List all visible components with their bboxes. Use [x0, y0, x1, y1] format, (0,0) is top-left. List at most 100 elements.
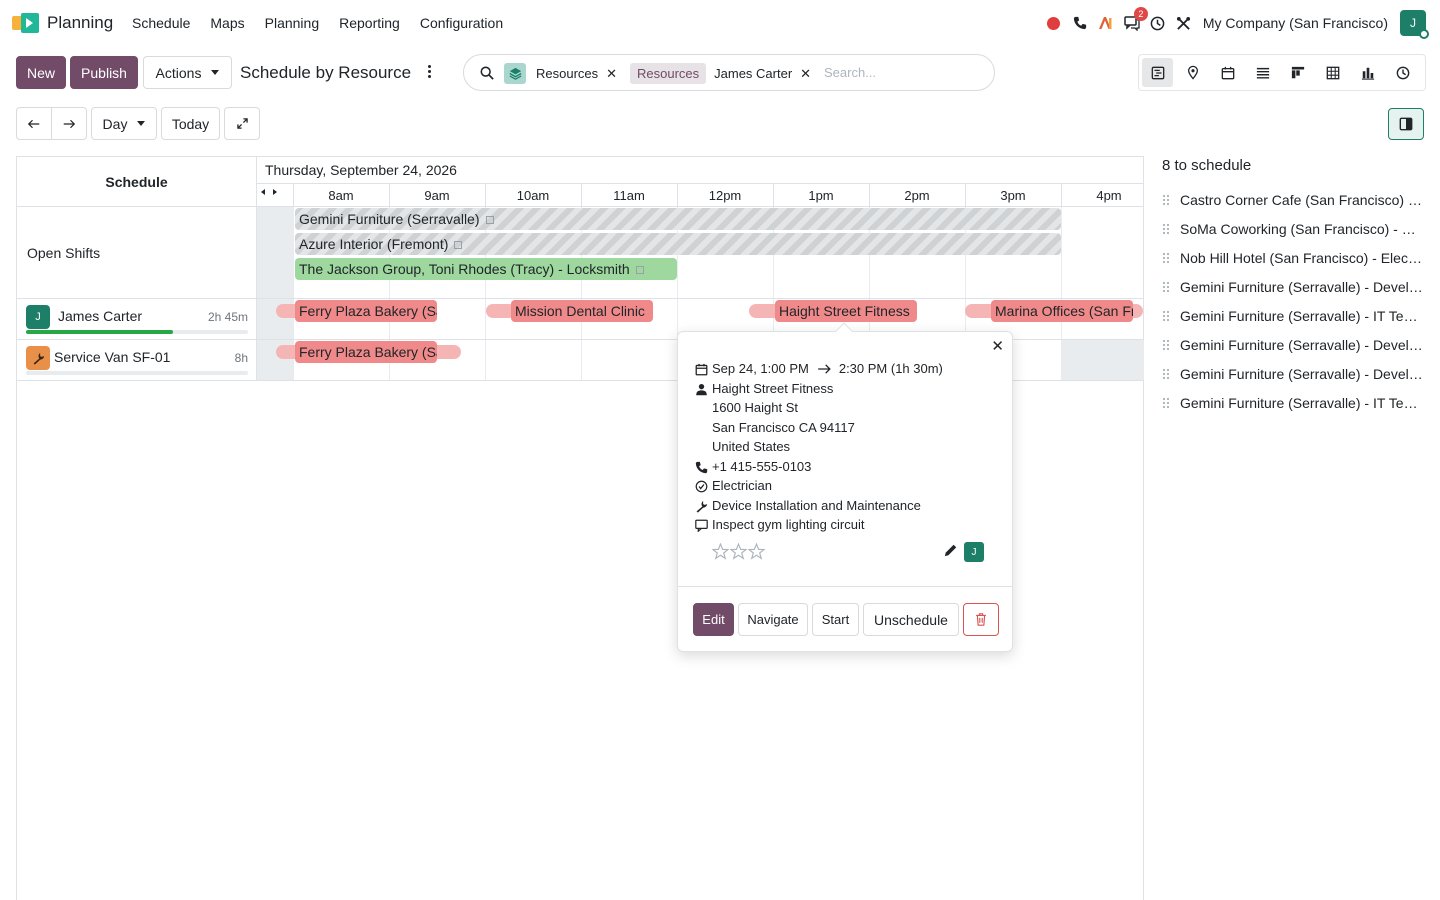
shift-label: The Jackson Group, Toni Rhodes (Tracy) -… — [299, 261, 630, 277]
menu-item-schedule[interactable]: Schedule — [132, 15, 190, 31]
drag-handle-icon[interactable] — [1162, 193, 1170, 206]
menu-item-reporting[interactable]: Reporting — [339, 15, 400, 31]
list-item[interactable]: Gemini Furniture (Serravalle) - IT Techn… — [1162, 301, 1424, 330]
list-item-label: Gemini Furniture (Serravalle) - Develope… — [1180, 278, 1424, 295]
shift-popover: ✕ Sep 24, 1:00 PM 2:30 PM (1h 30m) Haigh… — [677, 322, 1013, 652]
list-view-icon[interactable] — [1247, 58, 1278, 87]
resource-row[interactable]: J James Carter 2h 45m — [17, 298, 257, 339]
shift-pill[interactable]: Haight Street Fitness — [775, 300, 917, 322]
assignee-avatar[interactable]: J — [964, 542, 984, 562]
kebab-menu-icon[interactable] — [424, 63, 434, 83]
remove-facet-icon[interactable]: ✕ — [800, 66, 811, 82]
actions-dropdown[interactable]: Actions — [143, 56, 232, 89]
graph-view-icon[interactable] — [1352, 58, 1383, 87]
list-item-label: Gemini Furniture (Serravalle) - IT Techn… — [1180, 307, 1424, 324]
star-icon[interactable] — [748, 543, 765, 560]
toggle-side-panel-button[interactable] — [1388, 108, 1424, 140]
shift-pill[interactable]: Ferry Plaza Bakery (San Francisco) — [295, 341, 437, 363]
person-icon — [696, 383, 707, 396]
drag-handle-icon[interactable] — [1162, 222, 1170, 235]
drag-handle-icon[interactable] — [1162, 338, 1170, 351]
new-button[interactable]: New — [16, 56, 66, 89]
planning-app-icon[interactable] — [12, 11, 40, 35]
kanban-view-icon[interactable] — [1282, 58, 1313, 87]
ai-icon[interactable] — [1093, 10, 1119, 36]
open-shift-pill[interactable]: Azure Interior (Fremont) — [295, 233, 1061, 255]
map-view-icon[interactable] — [1177, 58, 1208, 87]
pivot-view-icon[interactable] — [1317, 58, 1348, 87]
remove-facet-icon[interactable]: ✕ — [606, 66, 617, 82]
publish-button[interactable]: Publish — [70, 56, 138, 89]
next-button[interactable] — [51, 107, 87, 140]
customer-line: Haight Street Fitness — [696, 381, 833, 396]
priority-stars[interactable] — [712, 543, 765, 560]
menu-item-configuration[interactable]: Configuration — [420, 15, 503, 31]
app-name[interactable]: Planning — [47, 13, 113, 33]
arrow-right-icon — [818, 363, 831, 374]
today-button[interactable]: Today — [161, 107, 220, 140]
role-line: Electrician — [695, 478, 772, 493]
phone-icon[interactable] — [1067, 10, 1093, 36]
tools-icon[interactable] — [1171, 10, 1197, 36]
caret-down-icon — [211, 70, 220, 75]
pencil-icon[interactable] — [944, 543, 958, 557]
search-icon[interactable] — [480, 66, 494, 80]
messages-icon[interactable]: 2 — [1119, 7, 1148, 36]
shift-pill[interactable]: Ferry Plaza Bakery (San Francisco) — [295, 300, 437, 322]
list-item[interactable]: Gemini Furniture (Serravalle) - Develope… — [1162, 330, 1424, 359]
user-avatar[interactable]: J — [1400, 10, 1429, 39]
delete-button[interactable] — [963, 603, 999, 636]
open-shift-pill[interactable]: Gemini Furniture (Serravalle) — [295, 208, 1061, 230]
drag-handle-icon[interactable] — [1162, 309, 1170, 322]
navigate-button[interactable]: Navigate — [738, 603, 808, 636]
edit-button[interactable]: Edit — [693, 603, 734, 636]
drag-handle-icon[interactable] — [1162, 280, 1170, 293]
company-switcher[interactable]: My Company (San Francisco) — [1203, 15, 1388, 31]
hour-label: 3pm — [1000, 188, 1026, 203]
shift-pill[interactable]: Marina Offices (San Francisco) — [991, 300, 1133, 322]
copy-icon — [635, 266, 644, 275]
scroll-left-icon[interactable] — [261, 189, 265, 195]
open-shift-pill[interactable]: The Jackson Group, Toni Rhodes (Tracy) -… — [295, 258, 677, 280]
drag-handle-icon[interactable] — [1162, 396, 1170, 409]
search-input[interactable]: Search... — [824, 65, 876, 80]
expand-button[interactable] — [224, 107, 260, 140]
shift-end: 2:30 PM (1h 30m) — [838, 361, 943, 376]
search-facet-filter: Resources James Carter ✕ — [630, 63, 811, 84]
resource-progress — [26, 330, 248, 334]
view-switcher — [1138, 54, 1426, 91]
scroll-right-icon[interactable] — [273, 189, 277, 195]
menu-item-planning[interactable]: Planning — [265, 15, 320, 31]
record-icon[interactable] — [1041, 10, 1067, 36]
list-item[interactable]: Gemini Furniture (Serravalle) - Develope… — [1162, 272, 1424, 301]
list-item[interactable]: Castro Corner Cafe (San Francisco) - Loc… — [1162, 185, 1424, 214]
activity-view-icon[interactable] — [1387, 58, 1418, 87]
close-icon[interactable]: ✕ — [991, 337, 1004, 355]
star-icon[interactable] — [730, 543, 747, 560]
drag-handle-icon[interactable] — [1162, 251, 1170, 264]
phone-icon — [695, 461, 708, 474]
unschedule-button[interactable]: Unschedule — [863, 603, 959, 636]
gantt-view-icon[interactable] — [1142, 58, 1173, 87]
list-item[interactable]: Nob Hill Hotel (San Francisco) - Electri… — [1162, 243, 1424, 272]
resource-row[interactable]: Service Van SF-01 8h — [17, 339, 257, 380]
list-item[interactable]: SoMa Coworking (San Francisco) - Electri… — [1162, 214, 1424, 243]
drag-handle-icon[interactable] — [1162, 367, 1170, 380]
service-name: Device Installation and Maintenance — [712, 498, 921, 513]
start-button[interactable]: Start — [812, 603, 859, 636]
copy-icon — [485, 216, 494, 225]
clock-icon[interactable] — [1145, 10, 1171, 36]
list-item[interactable]: Gemini Furniture (Serravalle) - Develope… — [1162, 359, 1424, 388]
list-item[interactable]: Gemini Furniture (Serravalle) - IT Techn… — [1162, 388, 1424, 417]
star-icon[interactable] — [712, 543, 729, 560]
expand-icon — [236, 118, 248, 129]
calendar-view-icon[interactable] — [1212, 58, 1243, 87]
open-shifts-row-label: Open Shifts — [17, 207, 257, 298]
hour-label: 10am — [516, 188, 550, 203]
scale-dropdown[interactable]: Day — [91, 107, 157, 140]
phone-line: +1 415-555-0103 — [695, 459, 811, 474]
previous-button[interactable] — [16, 107, 52, 140]
menu-item-maps[interactable]: Maps — [210, 15, 244, 31]
phone-number[interactable]: +1 415-555-0103 — [712, 459, 811, 474]
shift-pill[interactable]: Mission Dental Clinic — [511, 300, 653, 322]
